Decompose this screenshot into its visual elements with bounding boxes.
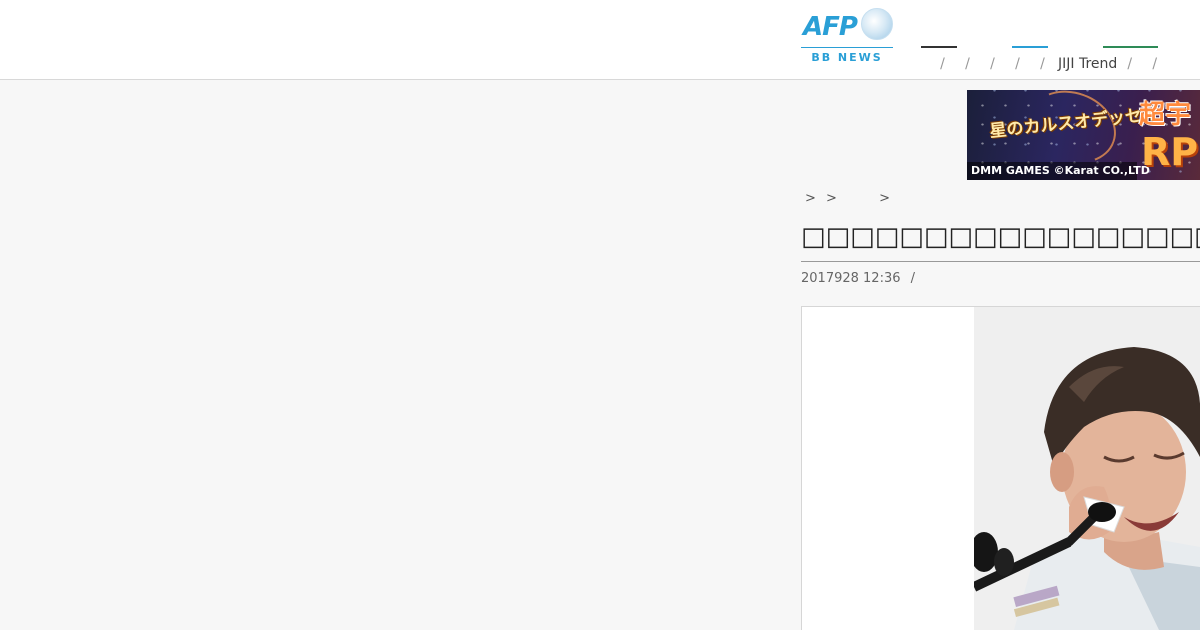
nav-separator: / bbox=[940, 56, 945, 72]
logo-sub-text: BB NEWS bbox=[811, 51, 883, 64]
nav-separator: / bbox=[1127, 56, 1133, 72]
globe-icon bbox=[861, 8, 893, 40]
site-header: AFP BB NEWS / / / / / JIJI Trend / / bbox=[0, 0, 1200, 80]
nav-separator: / bbox=[965, 56, 970, 72]
nav-accent-bar-2 bbox=[1012, 46, 1048, 48]
breadcrumb-arrow[interactable]: > bbox=[879, 191, 890, 206]
article-date: 2017928 12:36 bbox=[801, 271, 901, 286]
logo-divider bbox=[801, 47, 893, 48]
game-ad-banner[interactable]: 星のカルスオデッセイ DMM GAMES ©Karat CO.,LTD 超宇 R… bbox=[967, 90, 1200, 180]
title-divider bbox=[801, 261, 1200, 262]
nav-separator: / bbox=[1152, 56, 1158, 72]
ad-headline-top: 超宇 bbox=[1139, 100, 1192, 130]
article-meta: 2017928 12:36 / bbox=[801, 271, 915, 289]
logo-brand-text: AFP bbox=[803, 12, 858, 42]
nav-accent-bar-3 bbox=[1103, 46, 1158, 48]
nav-separator: / bbox=[1015, 56, 1020, 72]
nav-separator: / bbox=[1040, 56, 1045, 72]
breadcrumb-arrow[interactable]: > bbox=[805, 191, 816, 206]
nav-item-jiji-trend[interactable]: JIJI Trend bbox=[1058, 56, 1117, 72]
breadcrumb-arrow[interactable]: > bbox=[826, 191, 837, 206]
meta-separator: / bbox=[910, 271, 916, 286]
ad-headline-bottom: RP bbox=[1141, 130, 1199, 174]
article-title: □□□□□□□□□□□□□□□□□□□□□□□□□□□□□□□□□□□□ bbox=[801, 222, 1200, 252]
press-conference-photo bbox=[974, 307, 1200, 630]
ad-publisher-credit: DMM GAMES ©Karat CO.,LTD bbox=[967, 162, 1150, 180]
nav-accent-bar-1 bbox=[921, 46, 957, 48]
afp-bb-news-logo[interactable]: AFP BB NEWS bbox=[801, 8, 893, 64]
nav-separator: / bbox=[990, 56, 995, 72]
breadcrumb: > > > bbox=[805, 191, 890, 209]
article-photo[interactable] bbox=[974, 307, 1200, 630]
main-nav: / / / / / JIJI Trend / / bbox=[930, 54, 1167, 74]
